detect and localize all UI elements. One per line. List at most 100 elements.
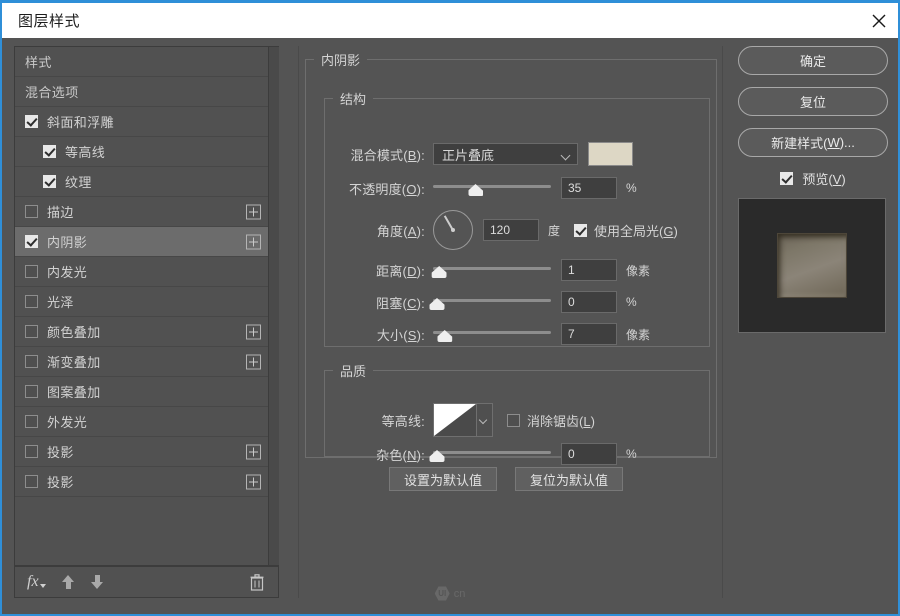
chevron-down-icon (561, 151, 571, 161)
contour-row: 等高线: 消除锯齿(L) (337, 402, 595, 438)
preview-thumbnail (738, 198, 886, 333)
opacity-input[interactable]: 35 (561, 177, 617, 199)
sidebar-item-10[interactable]: 渐变叠加 (15, 347, 269, 377)
sidebar-item-12[interactable]: 外发光 (15, 407, 269, 437)
sidebar-item-checkbox[interactable] (25, 325, 38, 338)
sidebar-item-checkbox[interactable] (25, 475, 38, 488)
sidebar-item-0[interactable]: 样式 (15, 47, 269, 77)
size-slider[interactable] (433, 325, 551, 343)
size-slider-track (433, 331, 551, 334)
close-icon[interactable] (856, 3, 900, 38)
arrow-up-icon[interactable] (62, 574, 75, 590)
angle-dial[interactable] (433, 210, 473, 250)
sidebar-item-label: 渐变叠加 (47, 352, 101, 371)
sidebar-item-checkbox[interactable] (25, 115, 38, 128)
fx-icon[interactable]: fx (27, 573, 46, 591)
add-effect-icon[interactable] (246, 324, 261, 339)
add-effect-icon[interactable] (246, 474, 261, 489)
sidebar-scrollbar[interactable] (268, 47, 279, 565)
new-style-button[interactable]: 新建样式(W)... (738, 128, 888, 157)
page-title: 图层样式 (18, 10, 80, 31)
default-buttons: 设置为默认值 复位为默认值 (389, 467, 623, 491)
sidebar-item-checkbox[interactable] (43, 145, 56, 158)
sidebar-item-label: 颜色叠加 (47, 322, 101, 341)
size-label: 大小(S): (337, 325, 425, 344)
contour-label: 等高线: (337, 411, 425, 430)
distance-slider-track (433, 267, 551, 270)
noise-input[interactable]: 0 (561, 443, 617, 465)
use-global-light-label: 使用全局光(G) (594, 221, 678, 240)
sidebar-item-checkbox[interactable] (25, 295, 38, 308)
distance-unit: 像素 (626, 262, 650, 279)
angle-row: 角度(A): 120 度 使用全局光(G) (337, 208, 678, 252)
watermark-logo-icon: UI (435, 586, 450, 601)
distance-slider[interactable] (433, 261, 551, 279)
blend-mode-value: 正片叠底 (442, 145, 494, 164)
sidebar-item-6[interactable]: 内阴影 (15, 227, 269, 257)
noise-unit: % (626, 447, 637, 461)
add-effect-icon[interactable] (246, 444, 261, 459)
quality-legend: 品质 (333, 361, 373, 380)
arrow-down-icon[interactable] (91, 574, 104, 590)
choke-slider[interactable] (433, 293, 551, 311)
reset-to-default-button[interactable]: 复位为默认值 (515, 467, 623, 491)
opacity-row: 不透明度(O): 35 % (337, 176, 637, 200)
sidebar-item-13[interactable]: 投影 (15, 437, 269, 467)
sidebar-item-checkbox[interactable] (25, 235, 38, 248)
preview-checkbox[interactable]: 预览(V) (738, 169, 888, 188)
sidebar-item-14[interactable]: 投影 (15, 467, 269, 497)
use-global-light-box[interactable] (574, 224, 587, 237)
shadow-color-swatch[interactable] (588, 142, 633, 166)
opacity-label: 不透明度(O): (337, 179, 425, 198)
sidebar-item-checkbox[interactable] (43, 175, 56, 188)
sidebar-item-label: 内发光 (47, 262, 87, 281)
sidebar-item-checkbox[interactable] (25, 355, 38, 368)
trash-icon[interactable] (250, 574, 264, 591)
add-effect-icon[interactable] (246, 354, 261, 369)
preview-checkbox-box[interactable] (780, 172, 793, 185)
set-as-default-button[interactable]: 设置为默认值 (389, 467, 497, 491)
chevron-down-icon (479, 416, 487, 424)
quality-group: 品质 等高线: 消除锯齿(L) (324, 361, 710, 457)
opacity-unit: % (626, 181, 637, 195)
sidebar-item-checkbox[interactable] (25, 445, 38, 458)
use-global-light-checkbox[interactable]: 使用全局光(G) (574, 221, 678, 240)
sidebar-item-5[interactable]: 描边 (15, 197, 269, 227)
sidebar-item-label: 纹理 (65, 172, 92, 191)
add-effect-icon[interactable] (246, 234, 261, 249)
contour-curve-icon (434, 404, 476, 436)
choke-input[interactable]: 0 (561, 291, 617, 313)
sidebar-item-8[interactable]: 光泽 (15, 287, 269, 317)
blend-mode-row: 混合模式(B): 正片叠底 (337, 142, 633, 166)
watermark-text: cn (454, 588, 466, 600)
sidebar-item-checkbox[interactable] (25, 385, 38, 398)
sidebar-item-11[interactable]: 图案叠加 (15, 377, 269, 407)
angle-label: 角度(A): (337, 221, 425, 240)
anti-alias-label: 消除锯齿(L) (527, 411, 595, 430)
distance-input[interactable]: 1 (561, 259, 617, 281)
anti-alias-checkbox[interactable]: 消除锯齿(L) (507, 411, 595, 430)
contour-preview[interactable] (433, 403, 477, 437)
sidebar-item-7[interactable]: 内发光 (15, 257, 269, 287)
size-input[interactable]: 7 (561, 323, 617, 345)
anti-alias-box[interactable] (507, 414, 520, 427)
sidebar-item-checkbox[interactable] (25, 415, 38, 428)
noise-slider[interactable] (433, 445, 551, 463)
sidebar-item-9[interactable]: 颜色叠加 (15, 317, 269, 347)
sidebar-item-3[interactable]: 等高线 (15, 137, 269, 167)
choke-unit: % (626, 295, 637, 309)
styles-sidebar: 样式混合选项斜面和浮雕等高线纹理描边内阴影内发光光泽颜色叠加渐变叠加图案叠加外发… (14, 46, 279, 566)
sidebar-item-checkbox[interactable] (25, 265, 38, 278)
ok-button[interactable]: 确定 (738, 46, 888, 75)
add-effect-icon[interactable] (246, 204, 261, 219)
sidebar-item-1[interactable]: 混合选项 (15, 77, 269, 107)
blend-mode-label: 混合模式(B): (337, 145, 425, 164)
blend-mode-select[interactable]: 正片叠底 (433, 143, 578, 165)
sidebar-item-2[interactable]: 斜面和浮雕 (15, 107, 269, 137)
sidebar-item-4[interactable]: 纹理 (15, 167, 269, 197)
opacity-slider[interactable] (433, 179, 551, 197)
angle-input[interactable]: 120 (483, 219, 539, 241)
contour-dropdown-button[interactable] (477, 403, 493, 437)
reset-button[interactable]: 复位 (738, 87, 888, 116)
sidebar-item-checkbox[interactable] (25, 205, 38, 218)
